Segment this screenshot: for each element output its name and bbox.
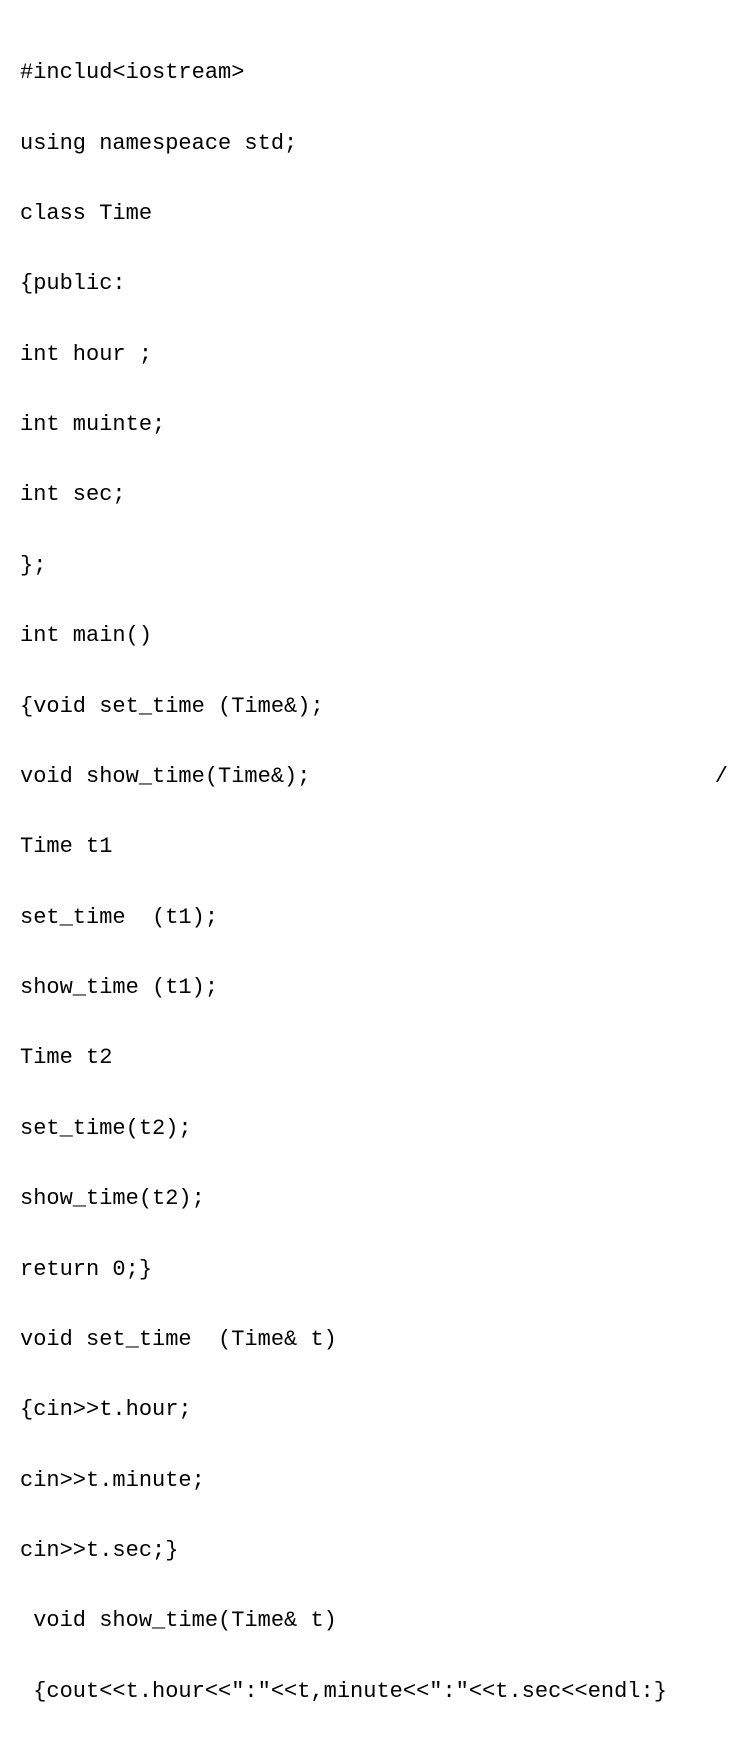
code-line: {public:	[20, 266, 728, 301]
code-line: set_time (t1);	[20, 900, 728, 935]
code-line: int hour ;	[20, 337, 728, 372]
code-line: using namespeace std;	[20, 126, 728, 161]
code-line: void show_time(Time&); /	[20, 759, 728, 794]
code-line: {void set_time (Time&);	[20, 689, 728, 724]
code-line: set_time(t2);	[20, 1111, 728, 1146]
code-line: };	[20, 548, 728, 583]
code-line: #includ<iostream>	[20, 55, 728, 90]
code-line: show_time(t2);	[20, 1181, 728, 1216]
code-line: void show_time(Time& t)	[20, 1603, 728, 1638]
code-line: Time t1	[20, 829, 728, 864]
code-line: cin>>t.minute;	[20, 1463, 728, 1498]
code-line: void set_time (Time& t)	[20, 1322, 728, 1357]
code-line: return 0;}	[20, 1252, 728, 1287]
code-line: {cout<<t.hour<<":"<<t,minute<<":"<<t.sec…	[20, 1674, 728, 1709]
code-text: void show_time(Time&);	[20, 759, 310, 794]
trailing-slash: /	[715, 759, 728, 794]
code-line: {cin>>t.hour;	[20, 1392, 728, 1427]
code-line: int sec;	[20, 477, 728, 512]
code-line: show_time (t1);	[20, 970, 728, 1005]
code-line: int muinte;	[20, 407, 728, 442]
code-line: cin>>t.sec;}	[20, 1533, 728, 1568]
code-block: #includ<iostream> using namespeace std; …	[20, 20, 728, 1744]
code-line: class Time	[20, 196, 728, 231]
code-line: int main()	[20, 618, 728, 653]
code-line: Time t2	[20, 1040, 728, 1075]
